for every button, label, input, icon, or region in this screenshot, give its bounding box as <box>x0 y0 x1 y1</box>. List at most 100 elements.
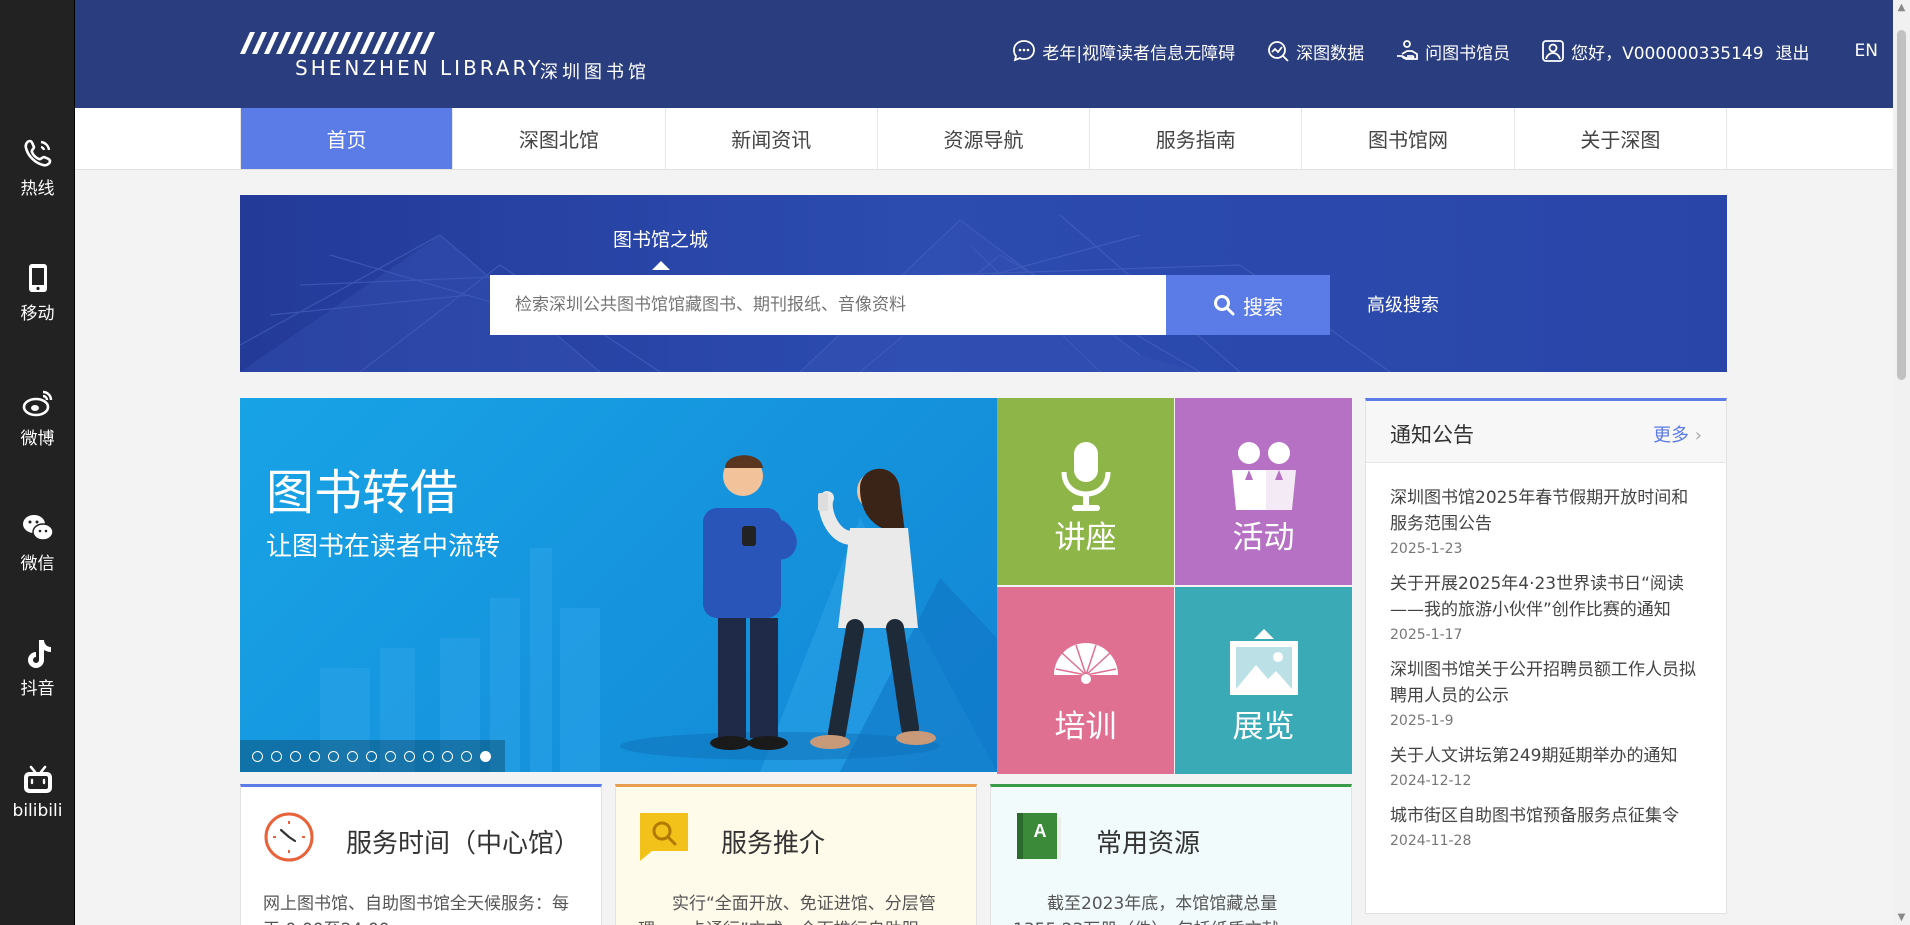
tile-lecture[interactable]: 讲座 <box>997 398 1174 585</box>
carousel-dot[interactable] <box>252 750 263 762</box>
notice-date: 2024-11-28 <box>1390 833 1472 849</box>
nav-item-about[interactable]: 关于深图 <box>1515 108 1727 169</box>
nav-item-north-library[interactable]: 深图北馆 <box>453 108 666 169</box>
carousel-dot[interactable] <box>385 750 396 762</box>
notice-more-link[interactable]: 更多 › <box>1653 421 1702 447</box>
logo-stripes-icon <box>240 32 435 54</box>
sidebar-item-label: 热线 <box>20 178 55 199</box>
chat-bubble-icon <box>1013 40 1036 62</box>
notice-date: 2025-1-17 <box>1390 627 1463 643</box>
ask-label: 问图书馆员 <box>1425 43 1511 64</box>
sidebar-item-mobile[interactable]: 移动 <box>0 252 75 332</box>
accessibility-link[interactable]: 老年|视障读者信息无障碍 <box>1011 38 1235 64</box>
notice-item[interactable]: 关于开展2025年4·23世界读书日“阅读——我的旅游小伙伴”创作比赛的通知 20… <box>1390 571 1702 643</box>
weibo-icon <box>22 390 52 416</box>
sidebar-item-weibo[interactable]: 微博 <box>0 377 75 457</box>
carousel-title: 图书转借 <box>266 465 459 521</box>
sidebar-item-label: 移动 <box>20 303 55 324</box>
clock-icon <box>264 812 314 862</box>
user-account[interactable]: 您好，V000000335149 <box>1540 38 1764 64</box>
search-icon <box>1214 295 1235 316</box>
sidebar-item-label: 抖音 <box>20 678 55 699</box>
people-icon <box>1231 442 1296 510</box>
carousel-dot[interactable] <box>404 750 415 762</box>
sidebar-item-label: bilibili <box>12 801 63 821</box>
tab-library-city[interactable]: 图书馆之城 <box>613 225 708 270</box>
nav-item-service-guide[interactable]: 服务指南 <box>1090 108 1303 169</box>
picture-icon <box>1229 629 1298 695</box>
card-title: 服务时间（中心馆） <box>346 829 581 859</box>
notice-item[interactable]: 城市街区自助图书馆预备服务点征集令 2024-11-28 <box>1390 803 1702 849</box>
more-label: 更多 <box>1653 425 1690 446</box>
tile-activity[interactable]: 活动 <box>1175 398 1352 585</box>
carousel-dot[interactable] <box>442 750 453 762</box>
page: 热线 移动 微博 微信 抖音 bilibili SHENZHEN LIBRARY… <box>0 0 1910 925</box>
card-title: 服务推介 <box>721 829 826 859</box>
logout-link[interactable]: 退出 <box>1776 39 1810 64</box>
scroll-up-icon[interactable]: ▲ <box>1896 2 1907 13</box>
card-title: 常用资源 <box>1096 829 1201 859</box>
sidebar-item-label: 微博 <box>20 428 55 449</box>
notice-date: 2024-12-12 <box>1390 773 1472 789</box>
accessibility-label: 老年|视障读者信息无障碍 <box>1042 43 1236 64</box>
notice-text: 关于开展2025年4·23世界读书日“阅读——我的旅游小伙伴”创作比赛的通知 <box>1390 574 1684 620</box>
header-links: 老年|视障读者信息无障碍 深图数据 问图书馆员 您好，V000000335149… <box>981 38 1878 64</box>
main-nav: 首页 深图北馆 新闻资讯 资源导航 服务指南 图书馆网 关于深图 <box>75 108 1893 170</box>
scrollbar-thumb[interactable] <box>1897 30 1906 380</box>
card-service-hours[interactable]: 服务时间（中心馆） 网上图书馆、自助图书馆全天候服务：每天 0:00至24:00 <box>240 784 602 925</box>
card-text: 网上图书馆、自助图书馆全天候服务：每天 0:00至24:00 <box>263 894 569 925</box>
notice-text: 深圳图书馆关于公开招聘员额工作人员拟聘用人员的公示 <box>1390 660 1696 706</box>
data-link[interactable]: 深图数据 <box>1265 38 1364 64</box>
sidebar-item-hotline[interactable]: 热线 <box>0 127 75 207</box>
carousel-dot[interactable] <box>423 750 434 762</box>
sidebar-item-bilibili[interactable]: bilibili <box>0 752 75 832</box>
site-logo[interactable]: SHENZHEN LIBRARY 深圳图书馆 <box>240 30 680 83</box>
carousel-dot[interactable] <box>309 750 320 762</box>
advanced-search-link[interactable]: 高级搜索 <box>1367 291 1439 317</box>
scroll-down-icon[interactable]: ▼ <box>1896 912 1907 923</box>
sidebar-item-douyin[interactable]: 抖音 <box>0 627 75 707</box>
search-input[interactable] <box>490 275 1166 335</box>
search-button[interactable]: 搜索 <box>1166 275 1330 335</box>
language-switch[interactable]: EN <box>1855 41 1878 61</box>
chart-search-icon <box>1268 41 1289 62</box>
carousel-indicators <box>240 740 505 772</box>
nav-item-resources[interactable]: 资源导航 <box>878 108 1091 169</box>
sidebar-item-wechat[interactable]: 微信 <box>0 502 75 582</box>
carousel-dot[interactable] <box>480 750 491 762</box>
notice-panel: 通知公告 更多 › 深圳图书馆2025年春节假期开放时间和服务范围公告 2025-… <box>1365 398 1727 914</box>
nav-item-library-network[interactable]: 图书馆网 <box>1302 108 1515 169</box>
tile-training[interactable]: 培训 <box>997 587 1174 774</box>
wechat-icon <box>22 514 54 541</box>
card-service-intro[interactable]: 服务推介 实行“全面开放、免证进馆、分层管理、一卡通行”方式，全面推行自助服 <box>615 784 977 925</box>
book-icon: A <box>1017 813 1061 859</box>
carousel-dot[interactable] <box>366 750 377 762</box>
nav-item-news[interactable]: 新闻资讯 <box>666 108 878 169</box>
page-scrollbar[interactable]: ▲ ▼ <box>1893 0 1910 925</box>
carousel-dot[interactable] <box>290 750 301 762</box>
mobile-icon <box>28 263 47 292</box>
notice-item[interactable]: 深圳图书馆2025年春节假期开放时间和服务范围公告 2025-1-23 <box>1390 485 1702 557</box>
svg-text:A: A <box>1034 821 1047 841</box>
notice-text: 城市街区自助图书馆预备服务点征集令 <box>1390 806 1679 826</box>
tile-label: 培训 <box>1054 709 1117 745</box>
notice-title: 通知公告 <box>1390 423 1474 447</box>
card-common-resources[interactable]: A 常用资源 截至2023年底，本馆馆藏总量1355.23万册（件），包括纸质文… <box>990 784 1352 925</box>
carousel-dot[interactable] <box>461 750 472 762</box>
carousel-subtitle: 让图书在读者中流转 <box>266 532 501 562</box>
microphone-icon <box>1061 442 1110 511</box>
carousel-dot[interactable] <box>271 750 282 762</box>
hand-icon <box>1397 40 1419 60</box>
ask-librarian-link[interactable]: 问图书馆员 <box>1394 38 1510 64</box>
notice-text: 深圳图书馆2025年春节假期开放时间和服务范围公告 <box>1390 488 1689 534</box>
logo-english: SHENZHEN LIBRARY <box>295 56 544 80</box>
notice-item[interactable]: 关于人文讲坛第249期延期举办的通知 2024-12-12 <box>1390 743 1702 789</box>
hero-carousel[interactable]: 图书转借 让图书在读者中流转 <box>240 398 997 772</box>
carousel-dot[interactable] <box>328 750 339 762</box>
douyin-icon <box>27 639 51 668</box>
nav-item-home[interactable]: 首页 <box>241 108 454 169</box>
carousel-dot[interactable] <box>347 750 358 762</box>
notice-item[interactable]: 深圳图书馆关于公开招聘员额工作人员拟聘用人员的公示 2025-1-9 <box>1390 657 1702 729</box>
social-sidebar: 热线 移动 微博 微信 抖音 bilibili <box>0 0 75 925</box>
tile-exhibition[interactable]: 展览 <box>1175 587 1352 774</box>
